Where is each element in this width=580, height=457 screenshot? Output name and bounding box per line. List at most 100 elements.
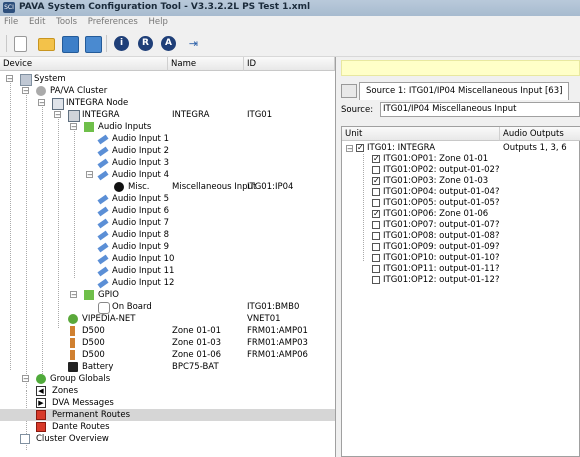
tree-item-system[interactable]: − System [0, 73, 335, 86]
save-as-icon[interactable] [85, 36, 102, 53]
menu-preferences[interactable]: Preferences [84, 16, 142, 28]
output-checkbox[interactable] [372, 166, 380, 174]
tree-item-dante-routes[interactable]: Dante Routes [0, 421, 335, 433]
tree-item-permanent-routes[interactable]: Permanent Routes [0, 409, 335, 421]
tree-item-audio-input[interactable]: Audio Input 1 [0, 133, 335, 145]
menu-help[interactable]: Help [144, 16, 171, 28]
tree-item-audio-input[interactable]: Audio Input 12 [0, 277, 335, 289]
output-checkbox[interactable]: ✓ [372, 177, 380, 185]
tree-item-label: Cluster Overview [36, 434, 109, 444]
output-checkbox[interactable] [372, 232, 380, 240]
tree-item-vipedia-net[interactable]: VIPEDIA-NET VNET01 [0, 313, 335, 325]
tree-item-audio-input[interactable]: Audio Input 11 [0, 265, 335, 277]
tree-item-name: BPC75-BAT [172, 362, 219, 372]
collapse-icon[interactable]: − [54, 111, 61, 119]
open-folder-icon[interactable] [38, 38, 55, 51]
output-row[interactable]: ✓ ITG01:OP03: Zone 01-03 [342, 176, 580, 187]
save-icon[interactable] [62, 36, 79, 53]
source-field[interactable]: ITG01/IP04 Miscellaneous Input [380, 102, 580, 117]
output-row[interactable]: ITG01:OP08: output-01-08? [342, 231, 580, 242]
column-header-audio-outputs[interactable]: Audio Outputs [500, 127, 580, 141]
column-header-id[interactable]: ID [244, 57, 335, 71]
tree-item-amplifier[interactable]: D500 Zone 01-01 FRM01:AMP01 [0, 325, 335, 337]
tree-item-audio-input[interactable]: Audio Input 8 [0, 229, 335, 241]
output-row[interactable]: ITG01:OP11: output-01-11? [342, 264, 580, 275]
tree-item-audio-inputs[interactable]: − Audio Inputs [0, 121, 335, 133]
overview-icon [20, 434, 30, 444]
output-row[interactable]: ITG01:OP07: output-01-07? [342, 220, 580, 231]
tab-source-1[interactable]: Source 1: ITG01/IP04 Miscellaneous Input… [359, 82, 570, 100]
tree-item-audio-input[interactable]: Audio Input 3 [0, 157, 335, 169]
column-header-device[interactable]: Device [0, 57, 168, 71]
toolbar-separator [106, 35, 107, 52]
output-checkbox[interactable] [372, 221, 380, 229]
pin-icon[interactable]: ⇥ [186, 36, 201, 51]
microphone-icon [97, 230, 109, 241]
tree-item-gpio[interactable]: − GPIO [0, 289, 335, 301]
window-title: PAVA System Configuration Tool - V3.3.2.… [19, 2, 311, 12]
output-checkbox[interactable] [372, 188, 380, 196]
tree-item-audio-input[interactable]: − Audio Input 4 [0, 169, 335, 181]
tree-item-dva-messages[interactable]: ▶ DVA Messages [0, 397, 335, 409]
output-checkbox[interactable]: ✓ [372, 155, 380, 163]
tree-item-cluster[interactable]: − PA/VA Cluster [0, 85, 335, 97]
tab-list-button[interactable] [341, 84, 357, 98]
collapse-icon[interactable]: − [70, 291, 77, 299]
output-checkbox[interactable]: ✓ [372, 210, 380, 218]
output-row[interactable]: ITG01:OP05: output-01-05? [342, 198, 580, 209]
output-row[interactable]: ✓ ITG01:OP06: Zone 01-06 [342, 209, 580, 220]
tree-item-amplifier[interactable]: D500 Zone 01-06 FRM01:AMP06 [0, 349, 335, 361]
tree-item-misc-input[interactable]: Misc. Miscellaneous Input ITG01:IP04 [0, 181, 335, 193]
collapse-icon[interactable]: − [38, 99, 45, 107]
output-row[interactable]: ITG01:OP09: output-01-09? [342, 242, 580, 253]
tree-item-battery[interactable]: Battery BPC75-BAT [0, 361, 335, 373]
output-row[interactable]: ITG01:OP10: output-01-10? [342, 253, 580, 264]
output-row[interactable]: ITG01:OP04: output-01-04? [342, 187, 580, 198]
a-icon[interactable]: A [161, 36, 176, 51]
collapse-icon[interactable]: − [6, 75, 13, 83]
tree-item-amplifier[interactable]: D500 Zone 01-03 FRM01:AMP03 [0, 337, 335, 349]
new-file-icon[interactable] [14, 36, 27, 52]
menu-edit[interactable]: Edit [25, 16, 49, 28]
output-checkbox[interactable] [372, 265, 380, 273]
tree-item-audio-input[interactable]: Audio Input 7 [0, 217, 335, 229]
collapse-icon[interactable]: − [70, 123, 77, 131]
output-row[interactable]: ITG01:OP12: output-01-12? [342, 275, 580, 286]
menu-tools[interactable]: Tools [52, 16, 81, 28]
tree-item-audio-input[interactable]: Audio Input 10 [0, 253, 335, 265]
tree-item-name: Zone 01-01 [172, 326, 222, 336]
tree-item-integra[interactable]: − INTEGRA INTEGRA ITG01 [0, 109, 335, 122]
unit-checkbox[interactable]: ✓ [356, 144, 364, 152]
column-header-unit[interactable]: Unit [342, 127, 500, 141]
output-label: ITG01:OP01: Zone 01-01 [383, 154, 489, 164]
tree-item-label: Audio Input 8 [112, 230, 169, 240]
output-row[interactable]: ✓ ITG01:OP01: Zone 01-01 [342, 154, 580, 165]
microphone-icon [97, 206, 109, 217]
unit-row-integra[interactable]: − ✓ ITG01: INTEGRA Outputs 1, 3, 6 [342, 143, 580, 154]
tree-item-label: Audio Input 3 [112, 158, 169, 168]
info-icon[interactable]: i [114, 36, 129, 51]
r-icon[interactable]: R [138, 36, 153, 51]
collapse-icon[interactable]: − [346, 145, 353, 153]
tree-item-group-globals[interactable]: − Group Globals [0, 373, 335, 385]
collapse-icon[interactable]: − [22, 87, 29, 95]
output-checkbox[interactable] [372, 254, 380, 262]
tree-item-on-board[interactable]: On Board ITG01:BMB0 [0, 301, 335, 314]
tree-item-audio-input[interactable]: Audio Input 5 [0, 193, 335, 205]
tree-item-audio-input[interactable]: Audio Input 2 [0, 145, 335, 157]
output-checkbox[interactable] [372, 243, 380, 251]
output-checkbox[interactable] [372, 199, 380, 207]
output-row[interactable]: ITG01:OP02: output-01-02? [342, 165, 580, 176]
collapse-icon[interactable]: − [86, 171, 93, 179]
tree-item-cluster-overview[interactable]: Cluster Overview [0, 433, 335, 445]
collapse-icon[interactable]: − [22, 375, 29, 383]
tree-item-integra-node[interactable]: − INTEGRA Node [0, 97, 335, 110]
tree-item-audio-input[interactable]: Audio Input 9 [0, 241, 335, 253]
output-checkbox[interactable] [372, 276, 380, 284]
tree-item-audio-input[interactable]: Audio Input 6 [0, 205, 335, 217]
column-header-name[interactable]: Name [168, 57, 244, 71]
microphone-icon [97, 158, 109, 169]
tree-item-id: FRM01:AMP01 [247, 326, 308, 336]
menu-file[interactable]: File [0, 16, 22, 28]
tree-item-zones[interactable]: ◀ Zones [0, 385, 335, 397]
